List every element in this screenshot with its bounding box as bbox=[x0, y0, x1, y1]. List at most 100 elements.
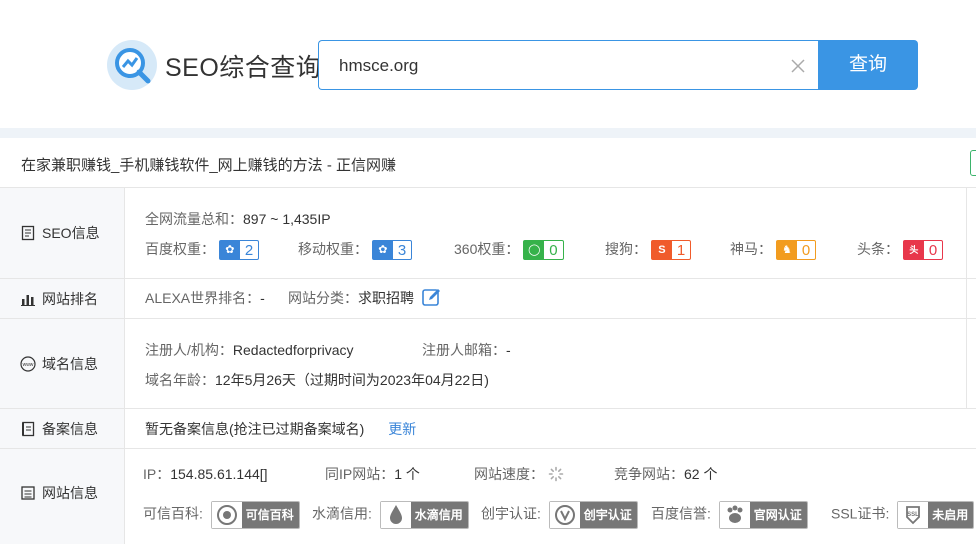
ip-label: IP： bbox=[143, 466, 171, 482]
site-info-label-cell: 网站信息 bbox=[0, 449, 125, 544]
baidu-paw-icon: ✿ bbox=[219, 241, 240, 260]
registrant-email: 注册人邮箱：- bbox=[422, 340, 511, 360]
search-button[interactable]: 查询 bbox=[818, 40, 918, 90]
mobile-weight-label: 移动权重： bbox=[298, 241, 368, 257]
competitor-label: 竞争网站： bbox=[614, 466, 684, 482]
search-input-value[interactable]: hmsce.org bbox=[339, 56, 418, 76]
ip-value: 154.85.61.144[] bbox=[170, 466, 268, 482]
ip-address: IP：154.85.61.144[] bbox=[143, 464, 268, 484]
shield-v-icon bbox=[549, 502, 580, 528]
sogou-weight[interactable]: 搜狗： S1 bbox=[605, 239, 692, 261]
alexa-rank: ALEXA世界排名：- bbox=[145, 288, 265, 308]
beian-info-label-cell: 备案信息 bbox=[0, 409, 125, 448]
weight-360[interactable]: 360权重： ◯ 0 bbox=[454, 239, 564, 261]
registrant: 注册人/机构：Redactedforprivacy bbox=[145, 340, 354, 360]
logo-text: SEO综合查询 bbox=[165, 54, 322, 82]
kexin-seal-icon bbox=[211, 502, 242, 528]
registrant-email-value: - bbox=[506, 342, 511, 358]
cert-kexin-text: 可信百科 bbox=[245, 508, 294, 522]
toutiao-weight-badge[interactable]: 头0 bbox=[902, 240, 944, 261]
beian-text-value: 暂无备案信息(抢注已过期备案域名) bbox=[145, 421, 365, 437]
toutiao-icon: 头 bbox=[903, 241, 924, 260]
sogou-icon: S bbox=[651, 241, 672, 260]
cert-chuangyu: 创宇认证: 创宇认证 bbox=[481, 501, 638, 529]
cert-baidu-label: 百度信誉: bbox=[651, 505, 711, 522]
domain-age-value: 12年5月26天（过期时间为2023年04月22日) bbox=[215, 372, 489, 388]
domain-info-label: 域名信息 bbox=[42, 355, 98, 372]
alexa-rank-value: - bbox=[260, 290, 265, 306]
weight-360-label: 360权重： bbox=[454, 241, 520, 257]
right-edge-divider bbox=[966, 188, 967, 408]
so360-icon: ◯ bbox=[524, 241, 545, 260]
cert-ssl-badge[interactable]: SSL 未启用 bbox=[897, 501, 975, 529]
cert-shuidi: 水滴信用: 水滴信用 bbox=[312, 501, 469, 529]
sogou-weight-label: 搜狗： bbox=[605, 241, 647, 257]
sogou-weight-value: 1 bbox=[676, 242, 686, 260]
site-rank-label-cell: 网站排名 bbox=[0, 279, 125, 318]
water-drop-icon bbox=[380, 502, 411, 528]
registrant-label: 注册人/机构： bbox=[145, 342, 233, 358]
record-book-icon bbox=[22, 421, 35, 436]
cert-ssl-label: SSL证书: bbox=[831, 505, 890, 522]
cert-chuangyu-badge[interactable]: 创宇认证 bbox=[548, 501, 638, 529]
baidu-weight-badge[interactable]: ✿ 2 bbox=[218, 240, 260, 261]
mobile-weight-badge[interactable]: ✿ 3 bbox=[371, 240, 413, 261]
domain-info-label-cell: www 域名信息 bbox=[0, 319, 125, 408]
weight-360-value: 0 bbox=[549, 242, 558, 260]
baidu-weight[interactable]: 百度权重： ✿ 2 bbox=[145, 239, 260, 261]
mobile-weight[interactable]: 移动权重： ✿ 3 bbox=[298, 239, 413, 261]
shenma-weight[interactable]: 神马： ♞ 0 bbox=[730, 239, 817, 261]
search-input[interactable]: hmsce.org bbox=[318, 40, 818, 90]
traffic-value: 897 ~ 1,435IP bbox=[243, 211, 331, 227]
site-category-label: 网站分类： bbox=[288, 290, 358, 306]
domain-info-row: www 域名信息 注册人/机构：Redactedforprivacy 注册人邮箱… bbox=[0, 319, 976, 409]
clear-icon[interactable] bbox=[790, 58, 806, 74]
site-info-label: 网站信息 bbox=[42, 485, 98, 501]
cert-shuidi-text: 水滴信用 bbox=[414, 508, 463, 522]
shenma-horse-icon: ♞ bbox=[776, 241, 797, 260]
shenma-weight-badge[interactable]: ♞ 0 bbox=[775, 240, 817, 261]
sogou-weight-badge[interactable]: S1 bbox=[650, 240, 692, 261]
traffic-label: 全网流量总和： bbox=[145, 211, 243, 227]
same-ip-label: 同IP网站： bbox=[325, 466, 395, 482]
loading-spinner-icon bbox=[548, 466, 564, 482]
cert-baidu: 百度信誉: 官网认证 bbox=[651, 501, 808, 529]
site-info-row: 网站信息 IP：154.85.61.144[] 同IP网站：1 个 网站速度： … bbox=[0, 449, 976, 544]
baidu-weight-value: 2 bbox=[244, 242, 254, 260]
cert-chuangyu-label: 创宇认证: bbox=[481, 505, 541, 522]
beian-info-row: 备案信息 暂无备案信息(抢注已过期备案域名) 更新 bbox=[0, 409, 976, 449]
bar-chart-icon bbox=[21, 294, 35, 306]
baidu-paw-icon bbox=[719, 502, 750, 528]
cert-shuidi-badge[interactable]: 水滴信用 bbox=[379, 501, 469, 529]
separator bbox=[0, 128, 976, 138]
header: SEO综合查询 hmsce.org 查询 bbox=[0, 0, 976, 128]
same-ip-value[interactable]: 1 个 bbox=[394, 466, 420, 482]
traffic-line: 全网流量总和：897 ~ 1,435IP bbox=[145, 209, 331, 229]
cert-ssl-text: 未启用 bbox=[932, 508, 969, 522]
seo-info-label-cell: SEO信息 bbox=[0, 188, 125, 278]
beian-update-link[interactable]: 更新 bbox=[388, 421, 416, 437]
site-title-bar: 在家兼职赚钱_手机赚钱软件_网上赚钱的方法 - 正信网赚 bbox=[0, 138, 976, 188]
registrant-email-label: 注册人邮箱： bbox=[422, 342, 506, 358]
competitor-sites: 竞争网站：62 个 bbox=[614, 464, 717, 484]
weight-360-badge[interactable]: ◯ 0 bbox=[523, 240, 564, 261]
svg-text:www: www bbox=[23, 362, 34, 368]
toutiao-weight[interactable]: 头条： 头0 bbox=[857, 239, 944, 261]
site-category: 网站分类：求职招聘 bbox=[288, 288, 442, 308]
seo-info-label: SEO信息 bbox=[42, 225, 100, 241]
beian-info-label: 备案信息 bbox=[42, 420, 98, 437]
cert-ssl: SSL证书: SSL 未启用 bbox=[831, 501, 975, 529]
cert-kexin-badge[interactable]: 可信百科 bbox=[210, 501, 300, 529]
cert-baidu-badge[interactable]: 官网认证 bbox=[718, 501, 808, 529]
list-icon bbox=[21, 486, 35, 500]
www-globe-icon: www bbox=[20, 355, 36, 372]
site-rank-label: 网站排名 bbox=[42, 290, 98, 307]
ssl-lock-icon: SSL bbox=[898, 502, 929, 528]
baidu-weight-label: 百度权重： bbox=[145, 241, 215, 257]
competitor-value[interactable]: 62 个 bbox=[684, 466, 717, 482]
beian-text: 暂无备案信息(抢注已过期备案域名) 更新 bbox=[145, 419, 416, 439]
edit-icon[interactable] bbox=[422, 288, 442, 306]
seo-logo-icon bbox=[107, 40, 157, 90]
title-side-button[interactable] bbox=[970, 150, 976, 176]
document-icon bbox=[21, 225, 35, 241]
